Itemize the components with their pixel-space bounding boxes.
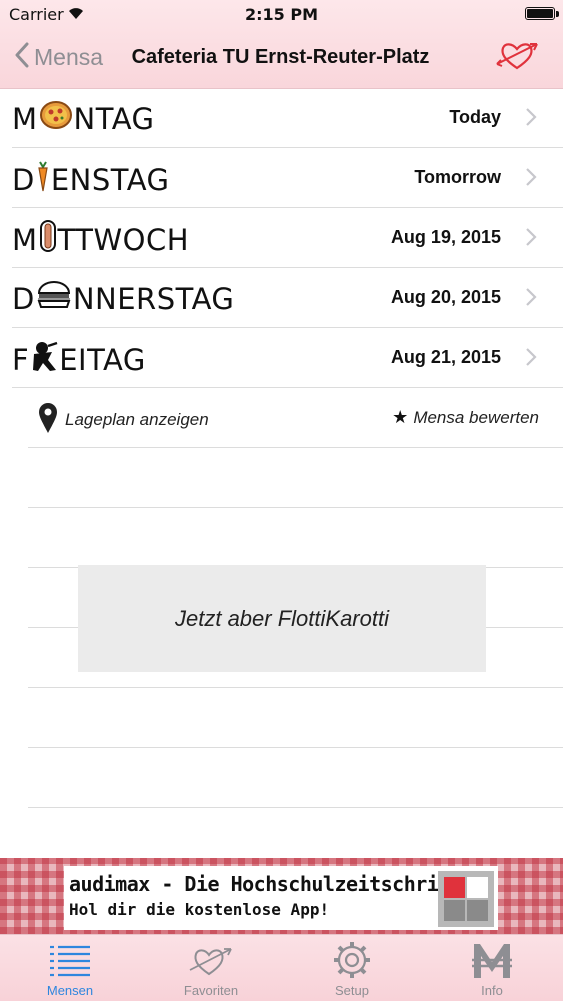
back-button[interactable]: Mensa xyxy=(14,42,103,72)
back-button-label: Mensa xyxy=(34,43,104,70)
chevron-left-icon xyxy=(14,42,30,72)
day-date: Tomorrow xyxy=(414,167,501,187)
chevron-right-icon xyxy=(525,347,537,371)
day-initial: M xyxy=(12,222,38,257)
status-time: 2:15 PM xyxy=(244,5,318,24)
day-rest: TTWOCH xyxy=(57,222,190,257)
app-logo-icon xyxy=(438,871,494,927)
day-rest: NNERSTAG xyxy=(72,281,235,316)
tab-bar: Mensen Favoriten Setup Info xyxy=(0,934,563,1001)
day-rest: ENSTAG xyxy=(50,162,170,197)
ad-subtitle: Hol dir die kostenlose App! xyxy=(69,900,330,919)
action-row: Lageplan anzeigen ★ Mensa bewerten xyxy=(28,388,563,448)
battery-tip xyxy=(556,11,559,17)
rate-button-label: Mensa bewerten xyxy=(413,407,539,427)
carrot-icon xyxy=(36,160,50,199)
battery-icon xyxy=(525,7,555,20)
tab-label: Favoriten xyxy=(183,983,239,998)
tab-info[interactable]: Info xyxy=(442,935,542,1001)
day-name: D ENSTAG xyxy=(12,160,170,199)
map-button-label: Lageplan anzeigen xyxy=(65,410,209,429)
day-list: M NTAG Today D ENSTAG Tomorrow M TTWOCH … xyxy=(0,88,563,868)
day-row-donnerstag[interactable]: D NNERSTAG Aug 20, 2015 xyxy=(12,268,563,328)
ad-title: audimax - Die Hochschulzeitschrift xyxy=(69,872,462,896)
tab-label: Setup xyxy=(335,983,369,998)
day-initial: D xyxy=(12,281,35,316)
day-rest: EITAG xyxy=(59,342,146,377)
star-icon: ★ xyxy=(392,407,409,428)
day-row-mittwoch[interactable]: M TTWOCH Aug 19, 2015 xyxy=(12,208,563,268)
day-date: Aug 21, 2015 xyxy=(390,347,501,367)
mensa-m-icon xyxy=(468,940,516,984)
day-initial: F xyxy=(12,342,30,377)
promo-box: Jetzt aber FlottiKarotti xyxy=(78,565,486,672)
heart-arrow-icon xyxy=(495,43,541,76)
page-title: Cafeteria TU Ernst-Reuter-Platz xyxy=(131,46,430,68)
day-name: D NNERSTAG xyxy=(12,280,234,317)
day-name: M TTWOCH xyxy=(12,220,189,259)
chevron-right-icon xyxy=(525,107,537,131)
heart-arrow-icon xyxy=(187,940,235,984)
day-initial: D xyxy=(12,162,35,197)
ad-banner[interactable]: audimax - Die Hochschulzeitschrift Hol d… xyxy=(64,866,498,930)
tab-setup[interactable]: Setup xyxy=(302,935,402,1001)
day-initial: M xyxy=(12,101,38,136)
hotdog-icon xyxy=(39,220,57,259)
pizza-icon xyxy=(39,100,73,137)
day-rest: NTAG xyxy=(73,101,155,136)
map-button[interactable]: Lageplan anzeigen xyxy=(38,402,209,438)
favorite-button[interactable] xyxy=(495,38,541,76)
day-row-dienstag[interactable]: D ENSTAG Tomorrow xyxy=(12,148,563,208)
cook-icon xyxy=(30,340,58,379)
tab-label: Info xyxy=(481,983,503,998)
empty-row xyxy=(28,448,563,508)
status-bar: Carrier 2:15 PM xyxy=(0,0,563,30)
day-name: F EITAG xyxy=(12,340,146,379)
empty-row xyxy=(28,688,563,748)
day-date: Aug 19, 2015 xyxy=(390,227,501,247)
day-row-freitag[interactable]: F EITAG Aug 21, 2015 xyxy=(12,328,563,388)
tab-mensen[interactable]: Mensen xyxy=(20,935,120,1001)
day-date: Today xyxy=(449,107,501,127)
promo-text: Jetzt aber FlottiKarotti xyxy=(175,605,389,631)
burger-icon xyxy=(36,280,72,317)
empty-row xyxy=(28,508,563,568)
chevron-right-icon xyxy=(525,287,537,311)
chevron-right-icon xyxy=(525,167,537,191)
tab-favoriten[interactable]: Favoriten xyxy=(161,935,261,1001)
tab-label: Mensen xyxy=(46,983,94,998)
chevron-right-icon xyxy=(525,227,537,251)
rate-button[interactable]: ★ Mensa bewerten xyxy=(392,407,539,428)
top-bar: Carrier 2:15 PM Mensa Cafeteria TU Ernst… xyxy=(0,0,563,89)
empty-row xyxy=(28,748,563,808)
day-row-montag[interactable]: M NTAG Today xyxy=(12,88,563,148)
day-date: Aug 20, 2015 xyxy=(390,287,501,307)
day-name: M NTAG xyxy=(12,100,155,137)
map-pin-icon xyxy=(38,402,58,438)
list-icon xyxy=(46,940,94,984)
gear-icon xyxy=(328,940,376,984)
